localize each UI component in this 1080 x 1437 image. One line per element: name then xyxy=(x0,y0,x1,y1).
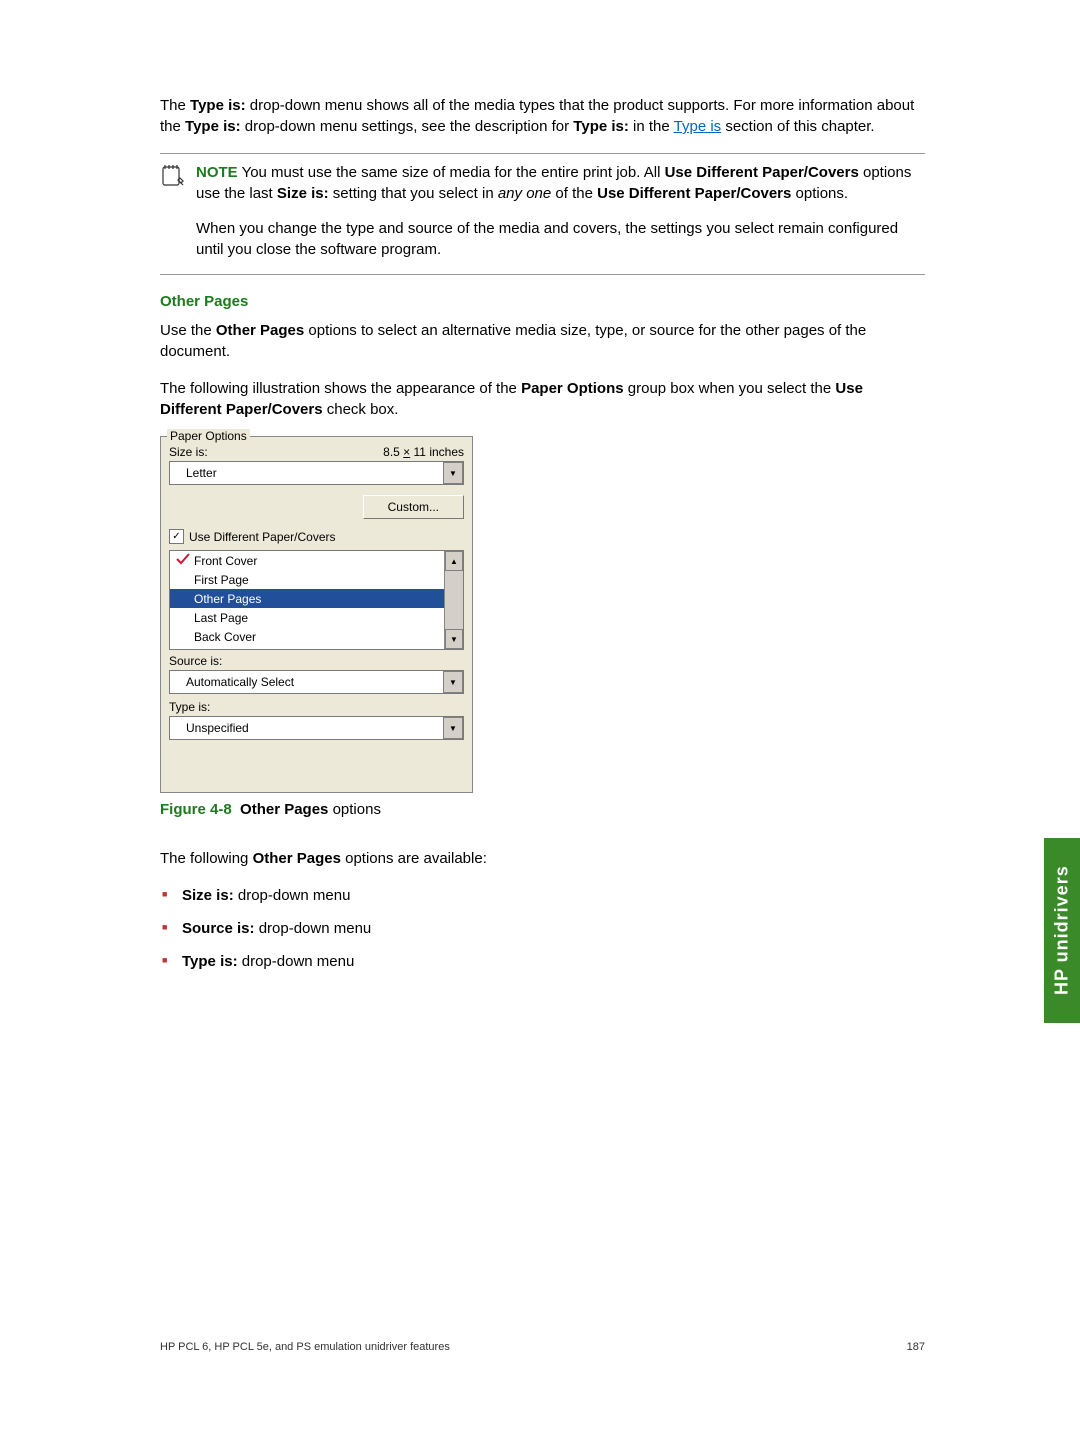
size-dimensions: 8.5 × 11 inches xyxy=(383,445,464,459)
use-different-checkbox[interactable]: ✓ xyxy=(169,529,184,544)
chevron-down-icon: ▼ xyxy=(443,462,463,484)
type-dropdown[interactable]: Unspecified ▼ xyxy=(169,716,464,740)
type-is-link[interactable]: Type is xyxy=(674,118,722,135)
chevron-down-icon: ▼ xyxy=(443,671,463,693)
source-dropdown-value: Automatically Select xyxy=(186,675,294,689)
available-paragraph: The following Other Pages options are av… xyxy=(160,848,925,869)
figure-caption: Figure 4-8 Other Pages options xyxy=(160,801,925,818)
use-different-label: Use Different Paper/Covers xyxy=(189,530,336,544)
scroll-down-icon[interactable]: ▼ xyxy=(445,629,463,649)
side-tab: HP unidrivers xyxy=(1044,838,1080,1023)
type-dropdown-value: Unspecified xyxy=(186,721,249,735)
list-item[interactable]: Front Cover xyxy=(170,551,444,570)
use-paragraph: Use the Other Pages options to select an… xyxy=(160,320,925,362)
checkmark-icon xyxy=(176,553,194,568)
page-footer: HP PCL 6, HP PCL 5e, and PS emulation un… xyxy=(160,1341,925,1353)
source-is-label: Source is: xyxy=(169,654,464,668)
chevron-down-icon: ▼ xyxy=(443,717,463,739)
type-is-label: Type is: xyxy=(169,700,464,714)
size-is-label: Size is: xyxy=(169,445,208,459)
source-dropdown[interactable]: Automatically Select ▼ xyxy=(169,670,464,694)
size-dropdown-value: Letter xyxy=(186,466,217,480)
size-dropdown[interactable]: Letter ▼ xyxy=(169,461,464,485)
note-box: NOTE You must use the same size of media… xyxy=(160,153,925,275)
list-item[interactable]: First Page xyxy=(170,570,444,589)
list-item[interactable]: Back Cover xyxy=(170,627,444,646)
note-paragraph-2: When you change the type and source of t… xyxy=(196,218,925,260)
groupbox-legend: Paper Options xyxy=(167,429,250,443)
paper-covers-listbox[interactable]: Front Cover First Page Other Pages Last … xyxy=(169,550,464,650)
footer-left: HP PCL 6, HP PCL 5e, and PS emulation un… xyxy=(160,1341,450,1353)
scrollbar[interactable]: ▲ ▼ xyxy=(444,551,463,649)
list-item[interactable]: Last Page xyxy=(170,608,444,627)
paper-options-groupbox: Paper Options Size is: 8.5 × 11 inches L… xyxy=(160,436,473,793)
illustration-paragraph: The following illustration shows the app… xyxy=(160,378,925,420)
note-label: NOTE xyxy=(196,164,238,181)
note-icon xyxy=(160,164,184,192)
bullet-list: Size is: drop-down menu Source is: drop-… xyxy=(160,885,925,972)
list-item-selected[interactable]: Other Pages xyxy=(170,589,444,608)
intro-paragraph: The Type is: drop-down menu shows all of… xyxy=(160,95,925,137)
custom-button[interactable]: Custom... xyxy=(363,495,464,519)
other-pages-heading: Other Pages xyxy=(160,293,925,310)
scroll-up-icon[interactable]: ▲ xyxy=(445,551,463,571)
footer-page-number: 187 xyxy=(907,1341,925,1353)
